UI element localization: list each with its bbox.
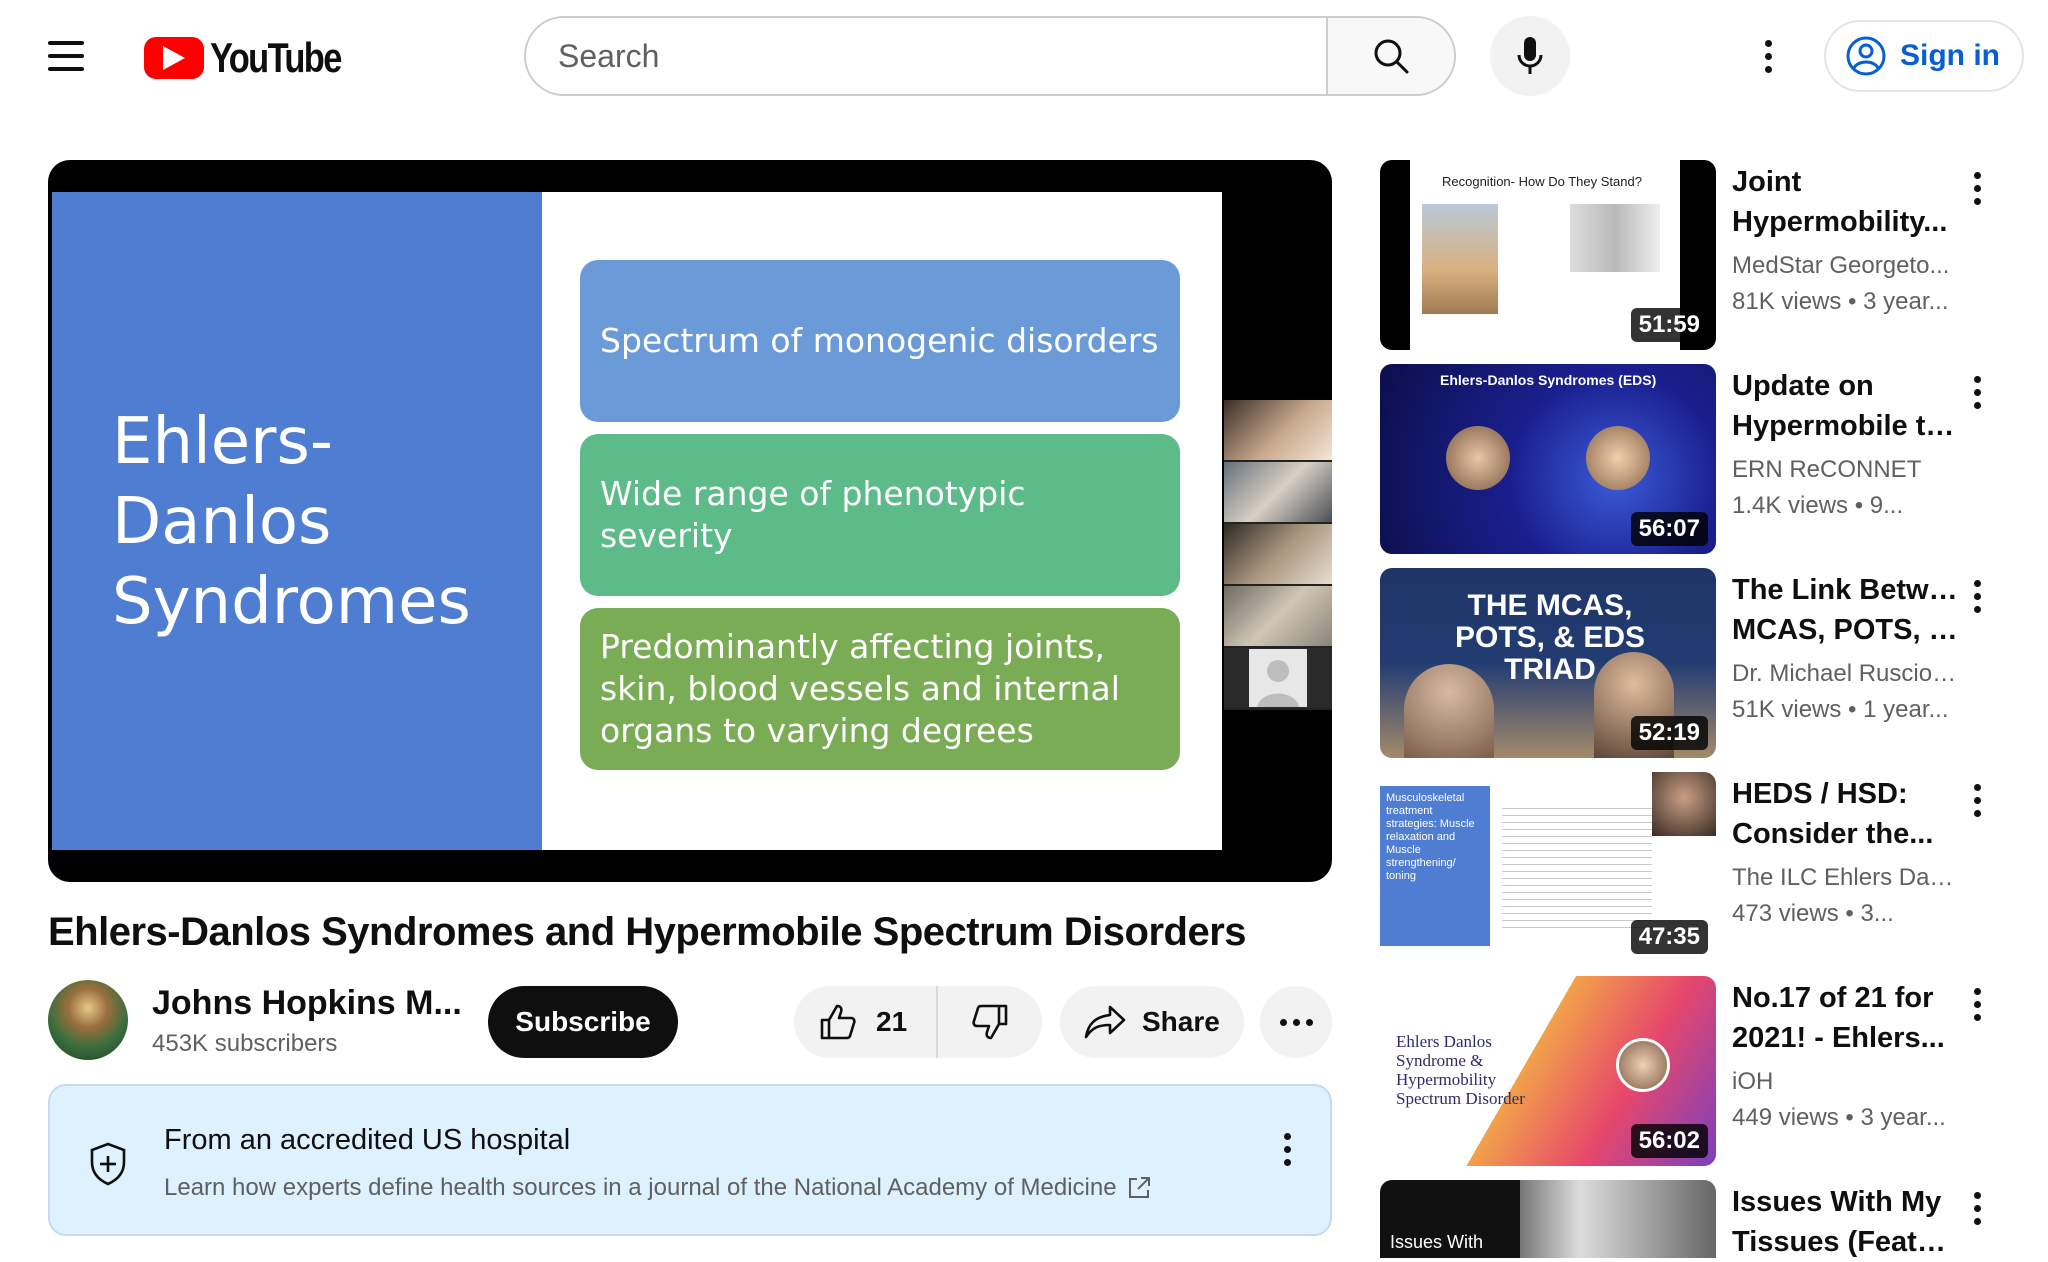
like-dislike-bar: 21 [794,986,1042,1058]
video-thumbnail[interactable]: Ehlers Danlos Syndrome & Hypermobility S… [1380,976,1716,1166]
video-duration: 56:07 [1630,512,1708,546]
recommendation-title[interactable]: Joint Hypermobility... [1732,162,1962,242]
video-duration: 47:35 [1630,920,1708,954]
health-source-link[interactable]: Learn how experts define health sources … [164,1174,1151,1202]
recommendation-meta: 473 views • 3... [1732,900,1894,927]
recommendation-title[interactable]: Issues With My Tissues (Featur... [1732,1182,1962,1262]
sign-in-label: Sign in [1900,39,2000,72]
user-placeholder-icon [1249,649,1307,707]
video-thumbnail[interactable]: Ehlers-Danlos Syndromes (EDS) 56:07 [1380,364,1716,554]
video-title: Ehlers-Danlos Syndromes and Hypermobile … [48,910,1247,954]
share-icon [1084,1005,1126,1039]
recommendation-channel[interactable]: iOH [1732,1068,1962,1096]
video-thumbnail[interactable]: Recognition- How Do They Stand? 51:59 [1380,160,1716,350]
presentation-slide: Ehlers- Danlos Syndromes Spectrum of mon… [52,192,1222,850]
video-thumbnail[interactable]: Musculoskeletal treatment strategies: Mu… [1380,772,1716,962]
slide-box-2: Wide range of phenotypic severity [580,434,1180,596]
recommendation-title[interactable]: The Link Between MCAS, POTS, a... [1732,570,1962,650]
shield-plus-icon [90,1142,126,1186]
item-more-icon[interactable] [1962,576,1992,616]
item-more-icon[interactable] [1962,168,1992,208]
participant-tile [1224,648,1332,710]
thumbnail-text: Issues With [1390,1232,1484,1252]
recommendation-item[interactable]: THE MCAS, POTS, & EDS TRIAD 52:19 The Li… [1380,568,2030,758]
search-icon [1374,39,1409,74]
thumbnail-text: Ehlers Danlos Syndrome & Hypermobility S… [1396,1032,1525,1108]
more-actions-button[interactable] [1260,986,1332,1058]
subscribe-button[interactable]: Subscribe [488,986,678,1058]
microphone-icon [1517,37,1543,74]
recommendation-meta: 449 views • 3 year... [1732,1104,1946,1131]
participant-tiles [1224,400,1332,712]
thumbnail-text: Ehlers-Danlos Syndromes (EDS) [1440,372,1657,388]
item-more-icon[interactable] [1962,984,1992,1024]
slide-box-1: Spectrum of monogenic disorders [580,260,1180,422]
recommendation-channel[interactable]: ERN ReCONNET [1732,456,1962,484]
video-player[interactable]: Ehlers- Danlos Syndromes Spectrum of mon… [48,160,1332,882]
sign-in-button[interactable]: Sign in [1824,20,2024,92]
participant-tile [1224,400,1332,462]
search-input[interactable] [526,18,1326,94]
panel-more-icon[interactable] [1272,1124,1302,1174]
recommendation-title[interactable]: HEDS / HSD: Consider the... [1732,774,1962,854]
search-button[interactable] [1326,18,1454,94]
video-duration: 56:02 [1630,1124,1708,1158]
play-logo-icon [144,37,204,79]
like-button[interactable]: 21 [794,986,938,1058]
video-duration: 52:19 [1630,716,1708,750]
recommendation-item[interactable]: Musculoskeletal treatment strategies: Mu… [1380,772,2030,962]
channel-name[interactable]: Johns Hopkins M... [152,984,462,1023]
subscriber-count: 453K subscribers [152,1030,338,1057]
recommendation-meta: 1.4K views • 9... [1732,492,1904,519]
participant-tile [1224,524,1332,586]
recommendation-item[interactable]: Ehlers-Danlos Syndromes (EDS) 56:07 Upda… [1380,364,2030,554]
recommendation-item[interactable]: Recognition- How Do They Stand? 51:59 Jo… [1380,160,2030,350]
like-count: 21 [876,1006,908,1037]
video-thumbnail[interactable]: THE MCAS, POTS, & EDS TRIAD 52:19 [1380,568,1716,758]
thumbnail-text: Musculoskeletal treatment strategies: Mu… [1386,792,1475,882]
recommendation-item[interactable]: Ehlers Danlos Syndrome & Hypermobility S… [1380,976,2030,1166]
recommendation-channel[interactable]: Dr. Michael Ruscio, ... [1732,660,1962,688]
video-duration: 51:59 [1630,308,1708,342]
share-label: Share [1142,1006,1220,1037]
recommendation-item[interactable]: Issues With Issues With My Tissues (Featu… [1380,1180,2030,1258]
settings-more-icon[interactable] [1748,30,1788,82]
participant-tile [1224,462,1332,524]
thumbs-down-icon [972,1004,1008,1040]
dislike-button[interactable] [938,1002,1042,1042]
health-source-panel: From an accredited US hospital Learn how… [48,1084,1332,1236]
participant-tile [1224,586,1332,648]
hamburger-menu-icon[interactable] [40,34,92,78]
external-link-icon [1128,1177,1150,1198]
item-more-icon[interactable] [1962,1188,1992,1228]
voice-search-button[interactable] [1490,16,1570,96]
account-icon [1846,36,1886,76]
thumbs-up-icon [820,1004,856,1040]
slide-title-panel: Ehlers- Danlos Syndromes [52,192,542,850]
video-thumbnail[interactable]: Issues With [1380,1180,1716,1258]
item-more-icon[interactable] [1962,372,1992,412]
channel-avatar[interactable] [48,980,128,1060]
thumbnail-text: Recognition- How Do They Stand? [1442,174,1642,189]
share-button[interactable]: Share [1060,986,1244,1058]
recommendation-channel[interactable]: MedStar Georgeto... [1732,252,1962,280]
recommendation-channel[interactable]: The ILC Ehlers Danl... [1732,864,1962,892]
recommendation-title[interactable]: No.17 of 21 for 2021! - Ehlers... [1732,978,1962,1058]
search-box [524,16,1456,96]
logo-text: YouTube [210,34,342,81]
recommendation-title[interactable]: Update on Hypermobile ty... [1732,366,1962,446]
recommendation-meta: 51K views • 1 year... [1732,696,1949,723]
top-bar: YouTube Sign in [0,0,2048,112]
slide-box-3: Predominantly affecting joints, skin, bl… [580,608,1180,770]
youtube-logo[interactable]: YouTube [144,34,369,82]
health-source-title: From an accredited US hospital [164,1124,571,1156]
item-more-icon[interactable] [1962,780,1992,820]
slide-title: Ehlers- Danlos Syndromes [112,405,471,639]
health-source-subtitle: Learn how experts define health sources … [164,1174,1117,1201]
recommendation-meta: 81K views • 3 year... [1732,288,1949,315]
